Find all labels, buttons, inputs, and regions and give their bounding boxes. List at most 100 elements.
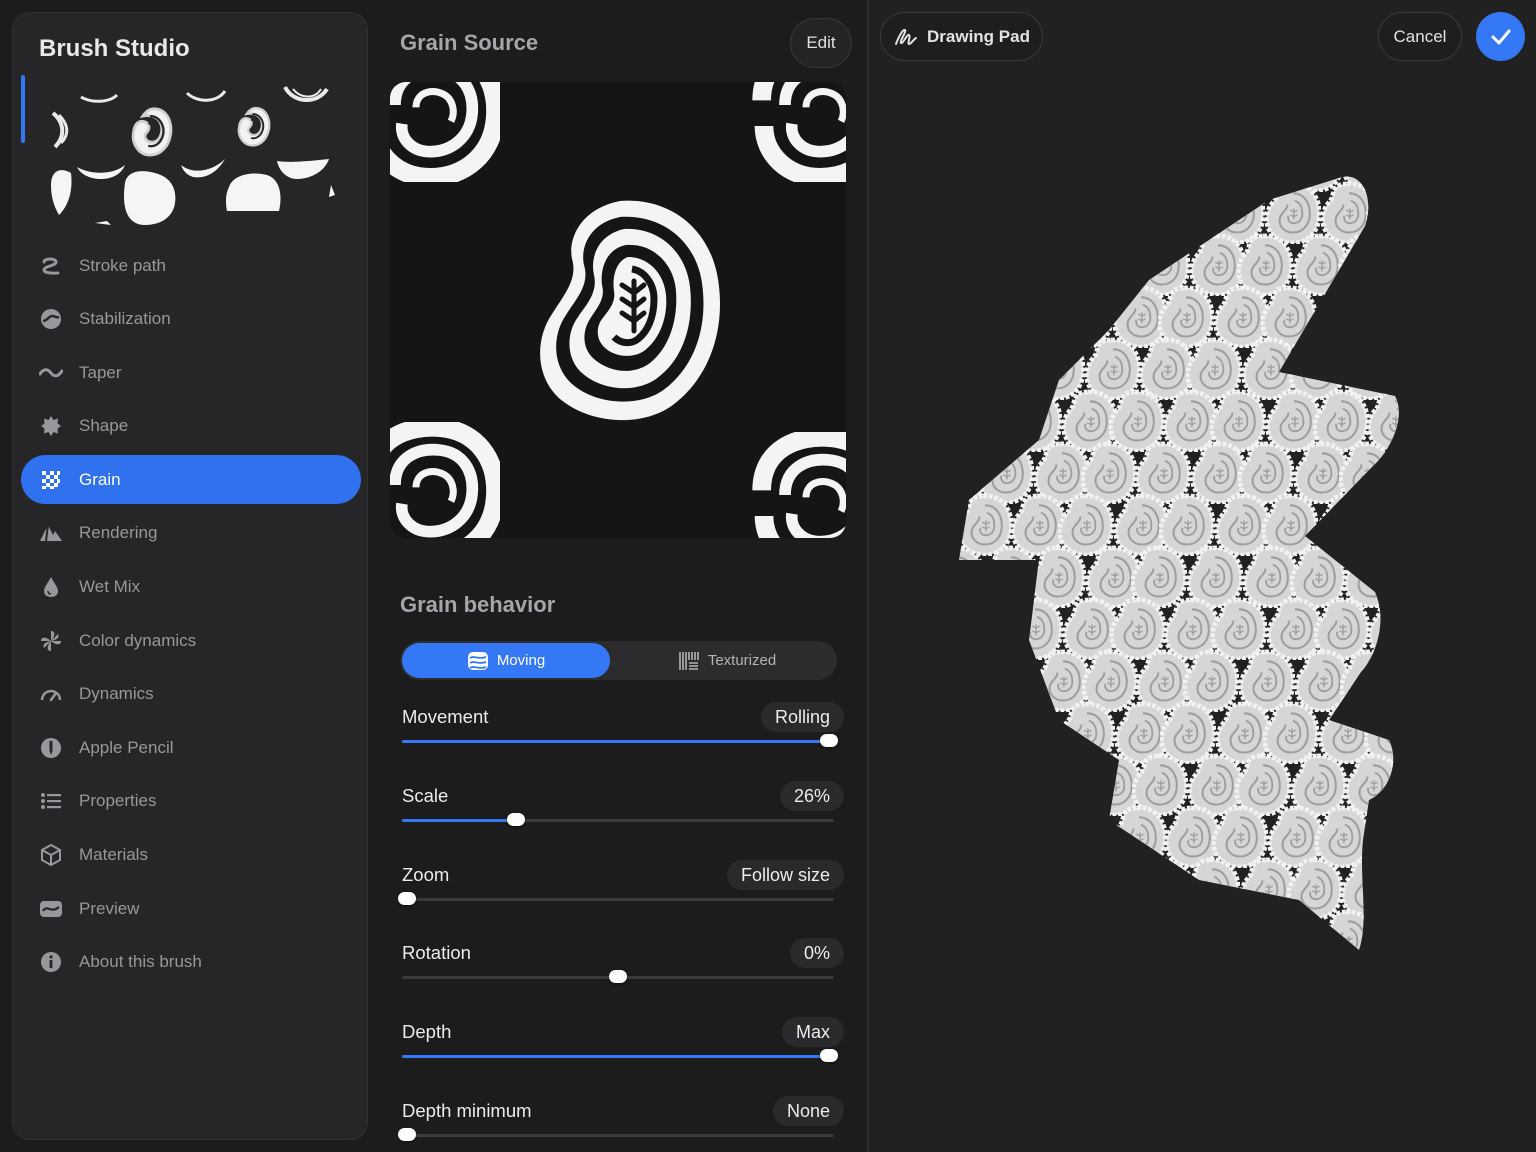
drawing-pad-button[interactable]: Drawing Pad <box>880 12 1043 61</box>
paisley-stamp <box>986 964 1039 1023</box>
paisley-stamp <box>985 756 1038 815</box>
paisley-stamp <box>1241 860 1294 919</box>
sidebar-item-label: Dynamics <box>79 684 154 704</box>
moving-label: Moving <box>496 652 546 669</box>
sidebar: Brush Studio Stroke path Stabilization T… <box>12 12 368 1140</box>
paisley-stamp <box>1242 132 1295 191</box>
edit-button[interactable]: Edit <box>790 18 852 68</box>
paisley-stamp <box>1112 808 1165 867</box>
texturized-icon <box>679 651 699 670</box>
slider-depth-minimum[interactable]: Depth minimum None <box>398 1096 844 1152</box>
grain-source-image[interactable] <box>390 82 846 538</box>
done-button[interactable] <box>1476 12 1525 61</box>
slider-zoom[interactable]: Zoom Follow size <box>398 860 844 920</box>
sidebar-item-label: Wet Mix <box>79 577 141 597</box>
paisley-stamp <box>928 132 981 191</box>
paisley-stamp <box>1108 912 1161 971</box>
paisley-stamp <box>1138 860 1191 919</box>
paisley-stamp <box>1338 964 1391 1023</box>
sidebar-item-properties[interactable]: Properties <box>21 777 361 826</box>
slider-track[interactable] <box>402 1134 834 1137</box>
taper-icon <box>39 361 63 385</box>
slider-movement[interactable]: Movement Rolling <box>402 702 844 762</box>
sidebar-item-materials[interactable]: Materials <box>21 831 361 880</box>
slider-label: Movement <box>402 706 489 727</box>
stabilization-icon <box>39 307 63 331</box>
sidebar-item-label: About this brush <box>79 952 202 972</box>
paisley-stamp <box>929 340 982 399</box>
sidebar-item-shape[interactable]: Shape <box>21 402 361 451</box>
paisley-stamp <box>1062 184 1115 243</box>
slider-scale[interactable]: Scale 26% <box>402 781 844 841</box>
paisley-stamp <box>1346 756 1399 815</box>
slider-value[interactable]: 0% <box>789 938 844 968</box>
paisley-stamp <box>1370 808 1423 867</box>
paisley-stamp <box>1056 808 1109 867</box>
brush-preview-strip[interactable] <box>21 75 341 225</box>
paisley-stamp <box>1007 392 1060 451</box>
drawing-pad[interactable]: Drawing Pad Cancel <box>869 0 1536 1152</box>
sidebar-item-label: Materials <box>79 845 148 865</box>
paisley-stamp <box>1139 132 1192 191</box>
slider-track[interactable] <box>402 898 834 901</box>
slider-value[interactable]: 26% <box>779 781 844 811</box>
sidebar-item-label: Preview <box>79 898 140 918</box>
sidebar-item-dynamics[interactable]: Dynamics <box>21 670 361 719</box>
sidebar-item-stroke-path[interactable]: Stroke path <box>21 241 361 290</box>
properties-icon <box>39 789 63 813</box>
app-title: Brush Studio <box>39 35 190 62</box>
paisley-stamp <box>1011 288 1064 347</box>
slider-depth[interactable]: Depth Max <box>402 1017 844 1077</box>
slider-rotation[interactable]: Rotation 0% <box>402 938 844 998</box>
paisley-stamp <box>1010 1016 1063 1075</box>
slider-value[interactable]: Max <box>781 1017 844 1047</box>
paisley-stamp <box>932 964 985 1023</box>
sidebar-item-wet-mix[interactable]: Wet Mix <box>21 563 361 612</box>
paisley-stamp <box>1034 236 1087 295</box>
paisley-stamp <box>1212 600 1265 659</box>
paisley-stamp <box>931 756 984 815</box>
paisley-stamp <box>1369 600 1422 659</box>
slider-value[interactable]: Rolling <box>760 702 844 732</box>
sidebar-item-color-dynamics[interactable]: Color dynamics <box>21 616 361 665</box>
slider-fill <box>402 1055 830 1058</box>
sidebar-item-label: Stabilization <box>79 309 171 329</box>
paisley-stamp <box>1164 392 1217 451</box>
texturized-mode-button[interactable]: Texturized <box>622 643 832 678</box>
paisley-stamp <box>1158 1016 1211 1075</box>
paisley-stamp <box>981 860 1034 919</box>
paisley-stamp <box>1084 860 1137 919</box>
paisley-stamp <box>1317 1016 1370 1075</box>
paisley-stamp <box>1342 860 1395 919</box>
sidebar-item-grain[interactable]: Grain <box>21 455 361 505</box>
paisley-stamp <box>1215 288 1268 347</box>
sidebar-item-apple-pencil[interactable]: Apple Pencil <box>21 723 361 772</box>
settings-menu: Stroke path Stabilization Taper Shape Gr… <box>21 241 361 991</box>
apple-pencil-icon <box>39 736 63 760</box>
slider-knob[interactable] <box>398 892 416 905</box>
slider-value[interactable]: None <box>772 1096 844 1126</box>
sidebar-item-taper[interactable]: Taper <box>21 348 361 397</box>
sidebar-item-rendering[interactable]: Rendering <box>21 509 361 558</box>
slider-knob[interactable] <box>507 813 525 826</box>
paisley-stamp <box>1037 860 1090 919</box>
sidebar-item-stabilization[interactable]: Stabilization <box>21 295 361 344</box>
slider-knob[interactable] <box>820 734 838 747</box>
paisley-stamp <box>936 860 989 919</box>
cancel-button[interactable]: Cancel <box>1378 12 1462 61</box>
moving-mode-button[interactable]: Moving <box>402 643 610 678</box>
slider-value[interactable]: Follow size <box>726 860 844 890</box>
slider-knob[interactable] <box>398 1128 416 1141</box>
slider-knob[interactable] <box>820 1049 838 1062</box>
sidebar-item-about-this-brush[interactable]: About this brush <box>21 938 361 987</box>
slider-knob[interactable] <box>609 970 627 983</box>
paisley-stamp <box>1364 496 1417 555</box>
paisley-stamp <box>959 704 1012 763</box>
moving-icon <box>467 651 488 670</box>
paisley-stamp <box>1160 496 1213 555</box>
sidebar-item-preview[interactable]: Preview <box>21 884 361 933</box>
paisley-stamp <box>1008 600 1061 659</box>
brush-preview-stroke[interactable] <box>869 0 1536 1152</box>
sidebar-item-label: Properties <box>79 791 157 811</box>
paisley-stamp <box>1059 496 1112 555</box>
